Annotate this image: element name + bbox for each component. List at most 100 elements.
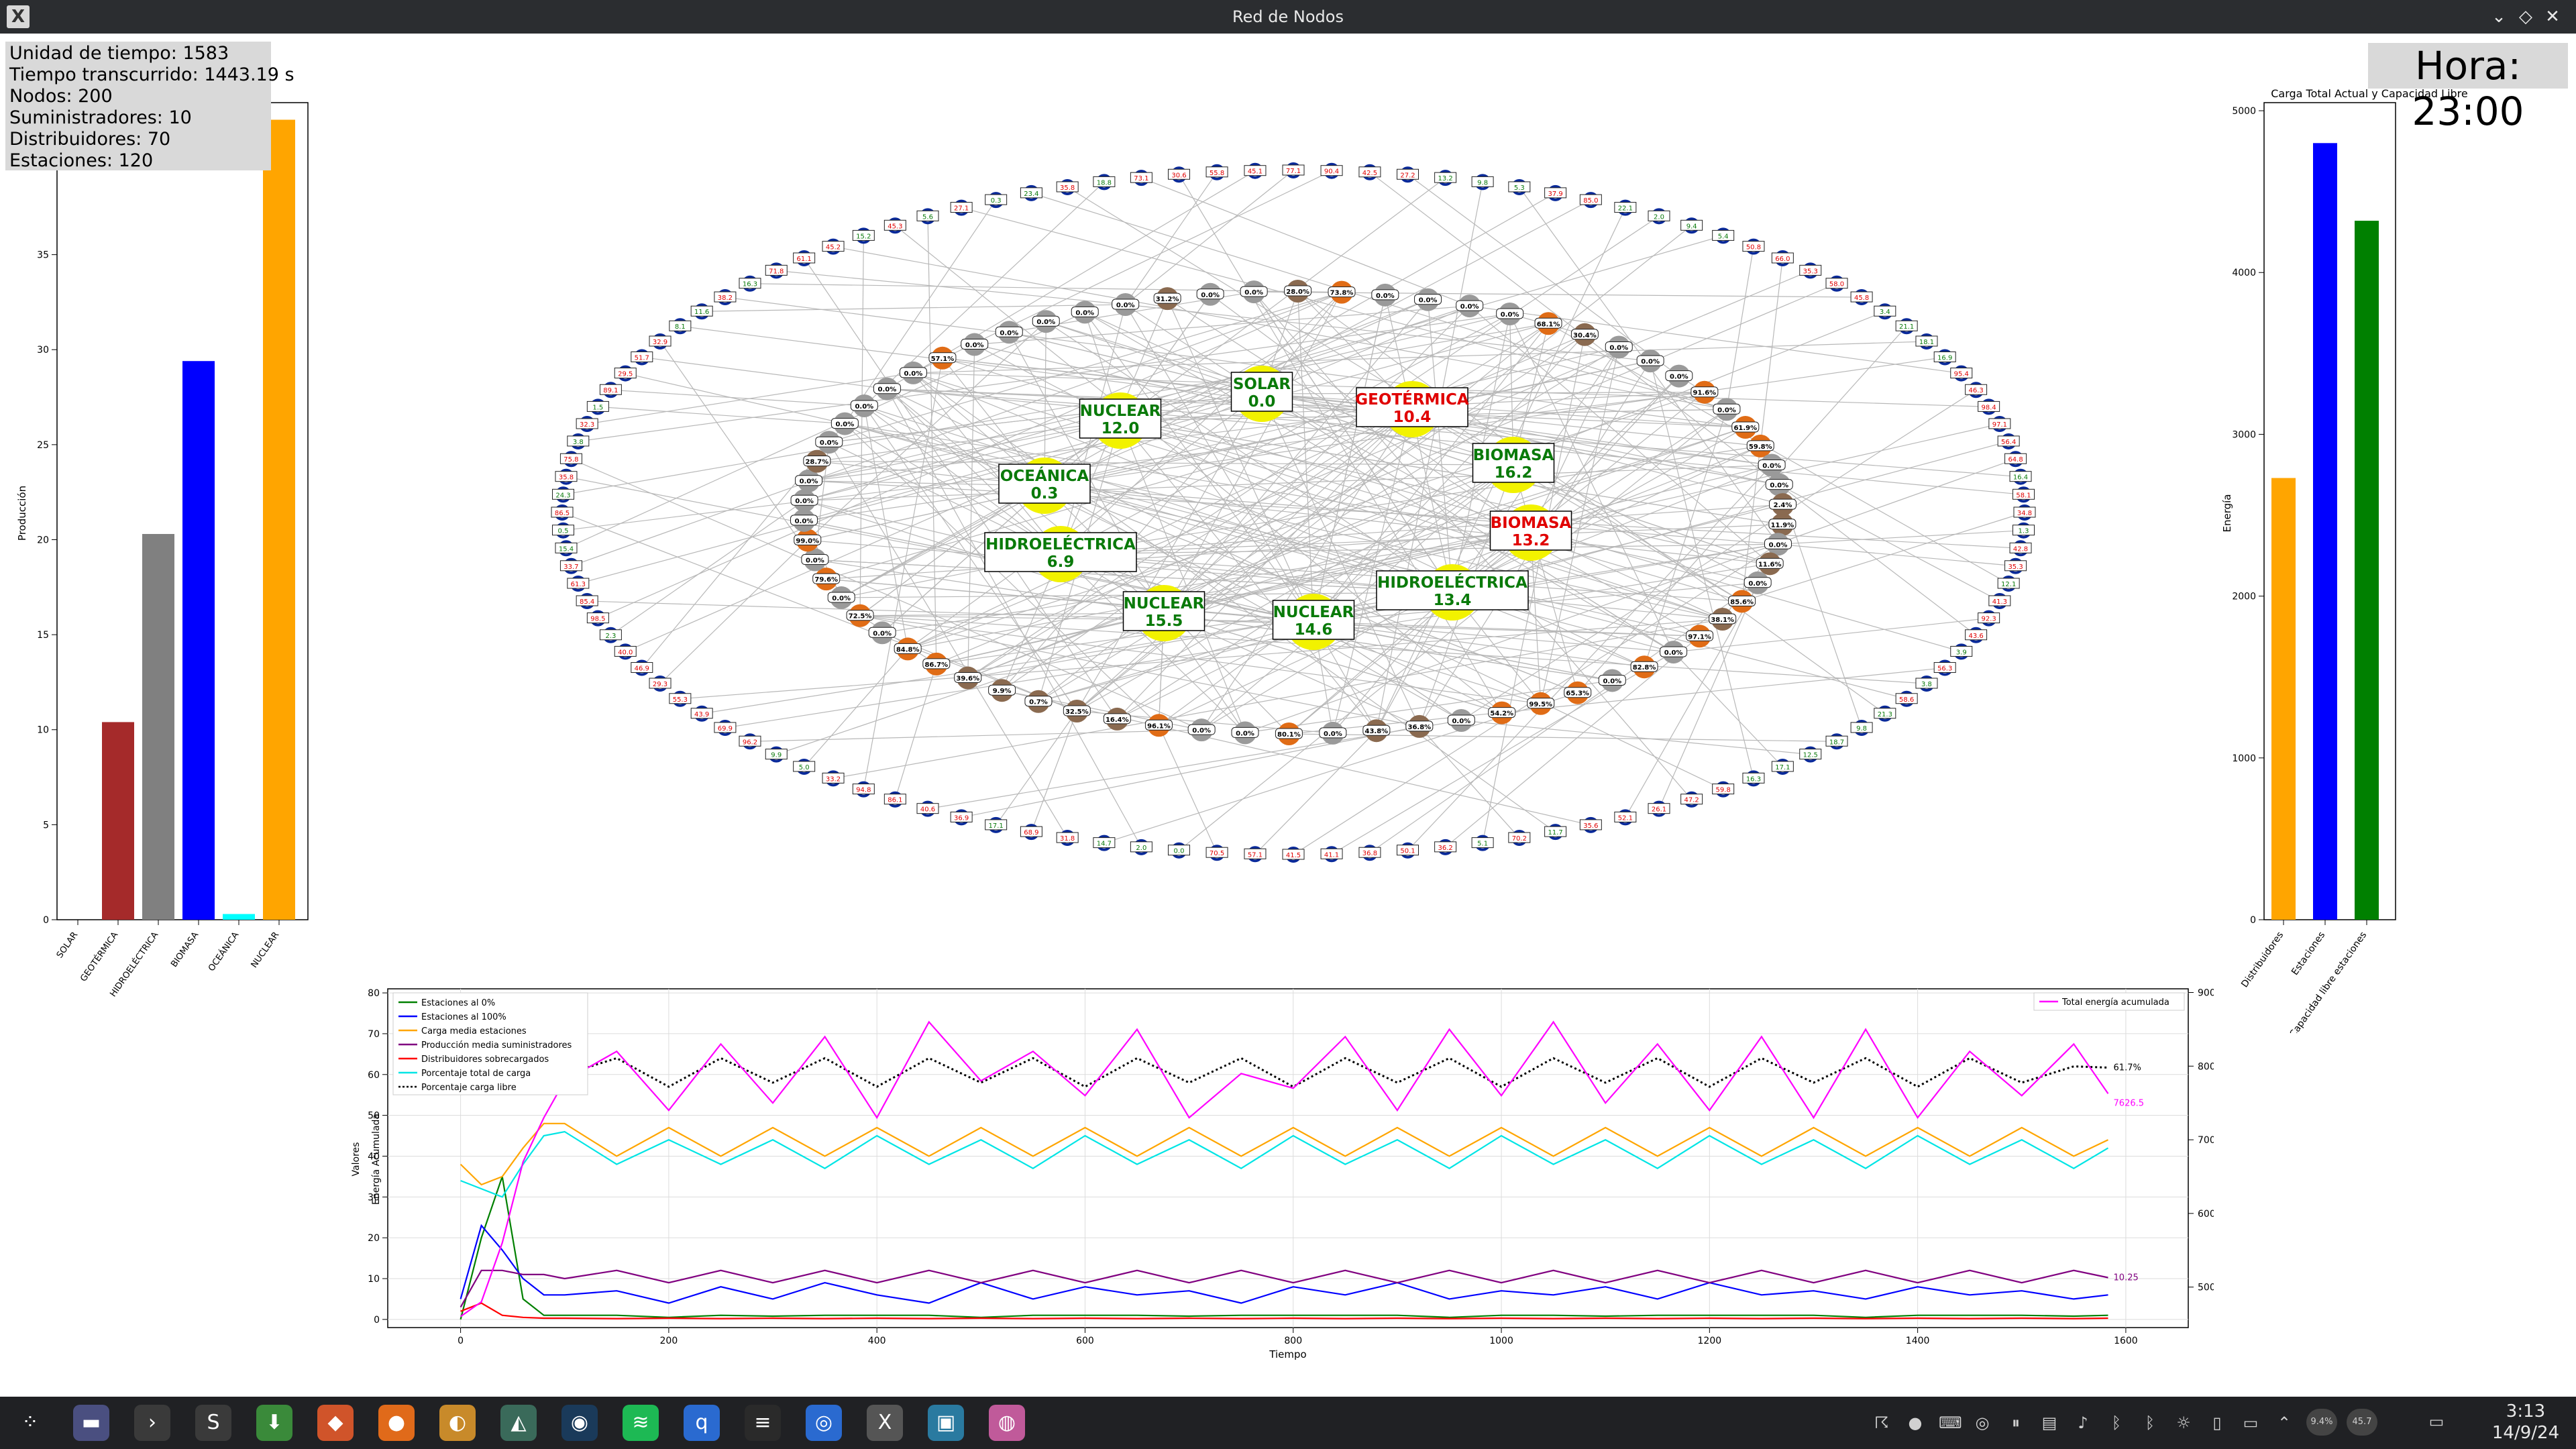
station-node[interactable]: 2.0	[1648, 208, 1670, 225]
station-node[interactable]: 95.4	[1950, 365, 1973, 382]
distributor-node[interactable]: 0.0%	[1319, 721, 1347, 745]
station-node[interactable]: 94.8	[852, 781, 875, 798]
station-node[interactable]: 16.4	[2009, 468, 2032, 485]
station-node[interactable]: 51.7	[631, 349, 653, 366]
station-node[interactable]: 59.8	[1712, 781, 1735, 798]
station-node[interactable]: 32.9	[649, 333, 672, 350]
station-node[interactable]: 43.9	[690, 705, 713, 722]
station-node[interactable]: 71.8	[765, 262, 788, 279]
station-node[interactable]: 21.1	[1895, 318, 1918, 335]
station-node[interactable]: 15.2	[852, 227, 875, 244]
distributor-node[interactable]: 11.9%	[1768, 513, 1796, 536]
station-node[interactable]: 85.0	[1579, 192, 1602, 209]
distributor-node[interactable]: 0.7%	[1024, 690, 1053, 713]
station-node[interactable]: 41.1	[1320, 846, 1343, 863]
station-node[interactable]: 35.8	[1056, 178, 1079, 195]
supplier-node[interactable]: HIDROELÉCTRICA6.9	[984, 526, 1137, 582]
station-node[interactable]: 2.0	[1130, 839, 1152, 855]
brightness-icon[interactable]: ☼	[2174, 1413, 2194, 1433]
distributor-node[interactable]: 0.0%	[1447, 708, 1475, 732]
station-node[interactable]: 5.4	[1712, 227, 1735, 244]
station-node[interactable]: 30.6	[1167, 166, 1190, 183]
distributor-node[interactable]: 0.0%	[961, 333, 989, 356]
station-node[interactable]: 33.2	[822, 770, 845, 787]
terminal-icon[interactable]: ›	[134, 1405, 170, 1441]
station-node[interactable]: 17.1	[985, 816, 1008, 833]
station-node[interactable]: 24.3	[551, 486, 574, 503]
disk-icon[interactable]: ◍	[989, 1405, 1025, 1441]
station-node[interactable]: 50.8	[1742, 238, 1765, 255]
station-node[interactable]: 58.0	[1825, 275, 1848, 292]
distributor-node[interactable]: 31.2%	[1153, 287, 1181, 311]
station-node[interactable]: 36.8	[1358, 845, 1381, 861]
distributor-node[interactable]: 0.0%	[1764, 533, 1792, 556]
input-method-icon[interactable]: ●	[1905, 1413, 1925, 1433]
station-node[interactable]: 5.3	[1508, 178, 1531, 195]
station-node[interactable]: 45.8	[1850, 289, 1873, 306]
distributor-node[interactable]: 0.0%	[1196, 282, 1224, 306]
station-node[interactable]: 36.9	[950, 809, 973, 826]
station-node[interactable]: 1.5	[586, 398, 609, 415]
bluetooth-icon[interactable]: ᛒ	[2106, 1413, 2127, 1433]
distributor-node[interactable]: 2.4%	[1769, 493, 1797, 517]
cpu-indicator[interactable]: 9.4%	[2306, 1409, 2337, 1436]
station-node[interactable]: 46.3	[1965, 382, 1988, 398]
image-viewer-icon[interactable]: ▣	[928, 1405, 964, 1441]
station-node[interactable]: 3.4	[1874, 303, 1896, 320]
distributor-node[interactable]: 30.4%	[1570, 323, 1599, 346]
station-node[interactable]: 56.3	[1933, 659, 1956, 676]
station-node[interactable]: 90.4	[1320, 162, 1343, 179]
pause-icon[interactable]: ⏸	[2006, 1413, 2026, 1433]
station-node[interactable]: 86.5	[551, 504, 574, 521]
station-node[interactable]: 46.9	[631, 659, 653, 676]
chrome-icon[interactable]: ◎	[806, 1405, 842, 1441]
distributor-node[interactable]: 9.9%	[988, 679, 1016, 702]
station-node[interactable]: 96.2	[739, 733, 761, 750]
station-node[interactable]: 50.1	[1397, 842, 1419, 859]
station-node[interactable]: 27.1	[950, 199, 973, 216]
station-node[interactable]: 70.2	[1508, 830, 1531, 847]
station-node[interactable]: 35.3	[1799, 262, 1822, 279]
station-node[interactable]: 45.3	[883, 217, 906, 234]
station-node[interactable]: 69.9	[714, 719, 737, 736]
distributor-node[interactable]: 99.5%	[1527, 692, 1555, 715]
bluetooth-icon-2[interactable]: ᛒ	[2140, 1413, 2160, 1433]
distributor-node[interactable]: 0.0%	[1665, 364, 1693, 388]
distributor-node[interactable]: 99.0%	[794, 529, 822, 552]
station-node[interactable]: 85.4	[576, 592, 598, 609]
station-node[interactable]: 16.9	[1933, 349, 1956, 366]
distributor-node[interactable]: 36.8%	[1405, 714, 1434, 738]
chevron-up-icon[interactable]: ⌃	[2274, 1413, 2294, 1433]
distributor-node[interactable]: 85.6%	[1728, 590, 1756, 613]
qbittorrent-icon[interactable]: q	[684, 1405, 720, 1441]
station-node[interactable]: 36.2	[1434, 839, 1457, 855]
distributor-node[interactable]: 73.8%	[1328, 280, 1356, 304]
distributor-node[interactable]: 0.0%	[1598, 669, 1626, 692]
game-icon[interactable]: ◐	[439, 1405, 476, 1441]
volume-icon[interactable]: ♪	[2073, 1413, 2093, 1433]
distributor-node[interactable]: 65.3%	[1564, 681, 1592, 704]
station-node[interactable]: 73.1	[1130, 170, 1152, 186]
station-node[interactable]: 3.8	[1915, 676, 1938, 692]
notifications-icon[interactable]: ☈	[1872, 1413, 1892, 1433]
station-node[interactable]: 27.2	[1397, 166, 1419, 183]
station-node[interactable]: 9.8	[1850, 719, 1873, 736]
station-node[interactable]: 68.9	[1020, 824, 1042, 841]
file-manager-icon[interactable]: ▬	[73, 1405, 109, 1441]
taskbar-clock[interactable]: 3:13 14/9/24	[2482, 1401, 2569, 1444]
station-node[interactable]: 43.6	[1965, 627, 1988, 643]
station-node[interactable]: 35.6	[1579, 816, 1602, 833]
station-node[interactable]: 18.8	[1093, 174, 1116, 191]
distributor-node[interactable]: 0.0%	[1743, 571, 1772, 594]
station-node[interactable]: 45.2	[822, 238, 845, 255]
station-node[interactable]: 12.1	[1997, 576, 2020, 592]
station-node[interactable]: 9.4	[1680, 217, 1703, 234]
supplier-node[interactable]: OCEÁNICA0.3	[998, 458, 1091, 514]
station-node[interactable]: 12.5	[1799, 746, 1822, 763]
station-node[interactable]: 23.4	[1020, 184, 1042, 201]
distributor-node[interactable]: 0.0%	[1071, 301, 1099, 324]
station-node[interactable]: 35.8	[555, 468, 578, 485]
station-node[interactable]: 5.0	[793, 759, 816, 775]
distributor-node[interactable]: 0.0%	[795, 469, 823, 492]
station-node[interactable]: 61.1	[793, 250, 816, 266]
